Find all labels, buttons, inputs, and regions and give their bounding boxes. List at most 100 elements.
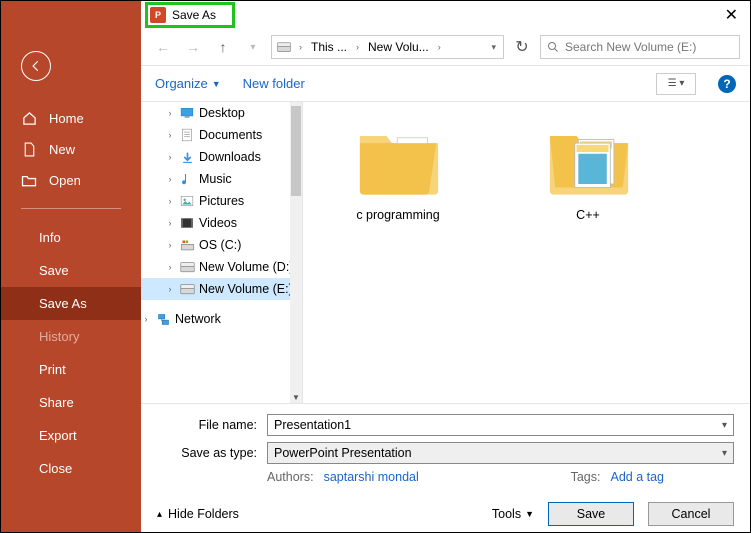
hide-folders-toggle[interactable]: ▴ Hide Folders [157,507,239,521]
nav-back[interactable]: ← [151,35,175,59]
save-as-dialog: P Save As ✕ ← → ↑ ▾ › This ... › New Vol… [141,1,750,532]
tree-label: Desktop [199,106,245,120]
network-icon [155,311,171,327]
dialog-toolbar: Organize ▼ New folder ☰ ▾ ? [141,65,750,101]
tree-node[interactable]: › Music [141,168,302,190]
tree-node[interactable]: › New Volume (D:) [141,256,302,278]
sidebar-item-print[interactable]: Print [1,353,141,386]
chevron-right-icon: › [353,42,362,52]
cancel-button[interactable]: Cancel [648,502,734,526]
tree-scrollbar[interactable]: ▲ ▼ [290,102,302,403]
sidebar-item-export[interactable]: Export [1,419,141,452]
nav-recent-dropdown[interactable]: ▾ [241,35,265,59]
folder-item[interactable]: c programming [333,120,463,222]
dialog-navbar: ← → ↑ ▾ › This ... › New Volu... › ▾ ↻ S… [141,29,750,65]
folder-label: C++ [576,208,600,222]
scroll-down-arrow[interactable]: ▼ [290,391,302,403]
view-options[interactable]: ☰ ▾ [656,73,696,95]
music-icon [179,171,195,187]
new-icon [21,142,37,157]
address-bar[interactable]: › This ... › New Volu... › ▾ [271,35,504,59]
folder-item[interactable]: C++ [523,120,653,222]
filetype-dropdown[interactable]: ▾ [714,448,727,459]
folder-icon [543,120,633,200]
chevron-down-icon: ▼ [212,79,221,89]
title-highlight: P Save As [145,2,235,28]
nav-up[interactable]: ↑ [211,35,235,59]
tree-label: Videos [199,216,237,230]
breadcrumb-seg[interactable]: New Volu... [366,40,431,54]
addr-dropdown[interactable]: ▾ [488,42,499,53]
filetype-select[interactable]: PowerPoint Presentation ▾ [267,442,734,464]
nav-home[interactable]: Home [1,103,141,134]
expand-caret[interactable]: › [165,240,175,250]
desktop-icon [179,105,195,121]
tree-node[interactable]: › Desktop [141,102,302,124]
expand-caret[interactable]: › [165,152,175,162]
tree-node[interactable]: ›New Volume (E:) [141,278,302,300]
expand-caret[interactable]: › [165,174,175,184]
pic-icon [179,193,195,209]
filename-input[interactable]: Presentation1 ▾ [267,414,734,436]
nav-new[interactable]: New [1,134,141,165]
tree-node[interactable]: › Pictures [141,190,302,212]
save-options-panel: File name: Presentation1 ▾ Save as type:… [141,403,750,532]
expand-caret[interactable]: › [141,314,151,324]
tags-value[interactable]: Add a tag [610,470,664,484]
sidebar-item-save[interactable]: Save [1,254,141,287]
tree-node[interactable]: › Documents [141,124,302,146]
nav-label: Home [49,111,84,126]
tree-label: Documents [199,128,262,142]
sidebar-item-close[interactable]: Close [1,452,141,485]
refresh-button[interactable]: ↻ [510,35,534,59]
new-folder-button[interactable]: New folder [243,76,305,91]
expand-caret[interactable]: › [165,108,175,118]
scroll-thumb[interactable] [291,106,301,196]
down-icon [179,149,195,165]
sidebar-item-share[interactable]: Share [1,386,141,419]
sidebar-item-saveas[interactable]: Save As [1,287,141,320]
drive-icon [179,281,195,297]
save-button[interactable]: Save [548,502,634,526]
tree-label: Downloads [199,150,261,164]
nav-open[interactable]: Open [1,165,141,196]
filename-dropdown[interactable]: ▾ [714,420,727,431]
sidebar-item-info[interactable]: Info [1,221,141,254]
dialog-title: Save As [172,8,216,22]
authors-value[interactable]: saptarshi mondal [324,470,419,484]
filetype-label: Save as type: [157,446,267,460]
chevron-down-icon: ▼ [525,509,534,519]
nav-forward[interactable]: → [181,35,205,59]
nav-label: Open [49,173,81,188]
breadcrumb-seg[interactable]: This ... [309,40,349,54]
tree-node[interactable]: › Videos [141,212,302,234]
tree-label: Music [199,172,232,186]
expand-caret[interactable]: › [165,130,175,140]
chevron-right-icon: › [296,42,305,52]
tools-menu[interactable]: Tools ▼ [492,507,534,521]
tree-node[interactable]: ›Network [141,308,302,330]
expand-caret[interactable]: › [165,284,175,294]
tree-label: New Volume (D:) [199,260,293,274]
tree-label: Pictures [199,194,244,208]
sidebar-item-history[interactable]: History [1,320,141,353]
folder-content[interactable]: c programming C++ [303,102,750,403]
authors-label: Authors: [267,470,314,484]
tree-node[interactable]: › Downloads [141,146,302,168]
folder-tree: › Desktop › Documents › Downloads › Music › Pictu… [141,102,303,403]
expand-caret[interactable]: › [165,262,175,272]
search-icon [547,41,559,53]
search-input[interactable]: Search New Volume (E:) [540,35,740,59]
sidebar-divider [21,208,121,209]
organize-menu[interactable]: Organize ▼ [155,76,221,91]
close-button[interactable]: ✕ [721,5,742,25]
backstage-sidebar: Home New Open InfoSaveSave AsHistoryPrin… [1,1,141,532]
nav-label: New [49,142,75,157]
doc-icon [179,127,195,143]
expand-caret[interactable]: › [165,218,175,228]
expand-caret[interactable]: › [165,196,175,206]
tree-node[interactable]: ›OS (C:) [141,234,302,256]
help-button[interactable]: ? [718,75,736,93]
home-icon [21,111,37,126]
back-button[interactable] [21,51,51,81]
